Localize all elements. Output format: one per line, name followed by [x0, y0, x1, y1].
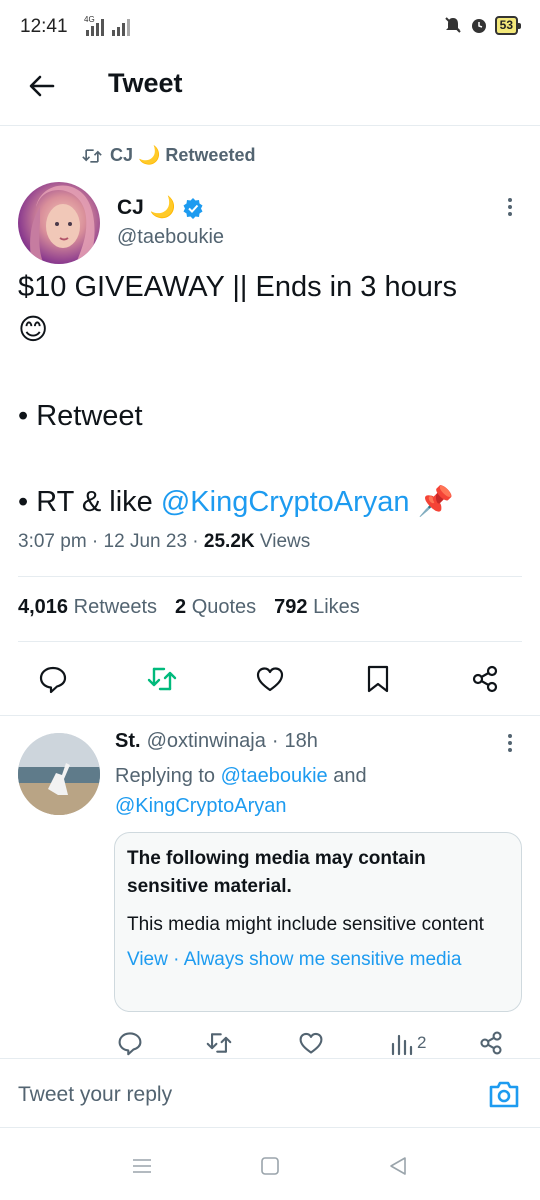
retweeted-by-label: CJ 🌙 Retweeted [110, 145, 256, 165]
top-bar: Tweet [0, 56, 540, 126]
tweet-text-line: 😊 [18, 314, 49, 346]
retweet-icon[interactable] [206, 1030, 232, 1056]
reply-avatar-image [18, 733, 100, 815]
reply-icon[interactable] [38, 664, 68, 694]
reply-author-handle[interactable]: @oxtinwinaja [147, 730, 266, 753]
quotes-stat[interactable]: 2 Quotes [175, 596, 256, 619]
back-arrow-icon[interactable] [26, 70, 58, 102]
likes-label: Likes [313, 596, 360, 618]
more-options-icon[interactable] [500, 194, 520, 220]
signal-icon: 4G [84, 15, 130, 36]
reply-input[interactable]: Tweet your reply [18, 1083, 172, 1107]
retweets-label: Retweets [73, 596, 157, 618]
retweet-small-icon [82, 148, 102, 163]
tweet-text: $10 GIVEAWAY || Ends in 3 hours 😊 • Retw… [18, 266, 518, 524]
alarm-icon [471, 19, 486, 33]
link-separator: · [167, 949, 184, 970]
tweet-text-line: • Retweet [18, 400, 143, 432]
tweet-text-line [18, 352, 518, 395]
author-handle[interactable]: @taeboukie [117, 226, 224, 249]
tweet-text-line [18, 438, 518, 481]
status-bar: 12:41 4G 53 [0, 0, 540, 56]
reply-action-bar [0, 1028, 540, 1060]
always-show-link[interactable]: Always show me sensitive media [184, 949, 462, 970]
share-icon[interactable] [478, 1030, 504, 1056]
likes-stat[interactable]: 792 Likes [274, 596, 360, 619]
reply-age: 18h [284, 730, 318, 752]
views-count: 25.2K [203, 531, 255, 552]
sensitive-title: The following media may contain sensitiv… [127, 848, 426, 897]
page-title: Tweet [108, 68, 183, 98]
reply-icon[interactable] [117, 1030, 143, 1056]
tweet-text-line: $10 GIVEAWAY || Ends in 3 hours [18, 271, 458, 303]
tweet-text-segment: • RT & like [18, 486, 161, 518]
divider [18, 641, 522, 642]
tweet-meta: 3:07 pm · 12 Jun 23 · 25.2K Views [18, 531, 311, 552]
system-nav-bar [0, 1130, 540, 1200]
battery-icon: 53 [494, 15, 522, 35]
reply-author-name[interactable]: St. [115, 730, 141, 753]
mention-link[interactable]: @KingCryptoAryan [115, 795, 286, 817]
reply-header: St. @oxtinwinaja · 18h [115, 730, 318, 753]
camera-icon[interactable] [488, 1079, 520, 1109]
replying-prefix: Replying to [115, 765, 221, 787]
mention-link[interactable]: @KingCryptoAryan [161, 486, 410, 518]
like-icon[interactable] [255, 664, 285, 694]
tweet-text-line: • RT & like @KingCryptoAryan 📌 [18, 481, 518, 524]
view-link[interactable]: View [127, 949, 168, 970]
status-time: 12:41 [20, 16, 68, 37]
compose-bar: Tweet your reply [0, 1058, 540, 1128]
retweet-icon[interactable] [147, 664, 177, 694]
author-name-text: CJ 🌙 [117, 196, 176, 219]
retweets-stat[interactable]: 4,016 Retweets [18, 596, 157, 619]
avatar[interactable] [18, 182, 100, 264]
sensitive-links: View · Always show me sensitive media [127, 949, 509, 971]
tweet-date: 12 Jun 23 [103, 531, 188, 552]
sensitive-media-card: The following media may contain sensitiv… [114, 832, 522, 1012]
tweet-time: 3:07 pm [18, 531, 87, 552]
home-icon[interactable] [258, 1154, 282, 1178]
views-icon[interactable] [389, 1030, 415, 1056]
pin-emoji: 📌 [417, 486, 454, 518]
bookmark-icon[interactable] [363, 664, 393, 694]
mention-link[interactable]: @taeboukie [221, 765, 328, 787]
tweet-stats: 4,016 Retweets 2 Quotes 792 Likes [18, 596, 360, 619]
like-icon[interactable] [298, 1030, 324, 1056]
share-icon[interactable] [470, 664, 500, 694]
svg-text:4G: 4G [84, 15, 95, 24]
quotes-label: Quotes [191, 596, 257, 618]
replying-and: and [327, 765, 367, 787]
replying-to: Replying to @taeboukie and @KingCryptoAr… [115, 761, 515, 821]
mute-icon [444, 17, 461, 33]
quotes-count: 2 [175, 596, 187, 618]
tweet-action-bar [0, 660, 540, 700]
reply-views-count: 2 [417, 1033, 427, 1052]
author-name[interactable]: CJ 🌙 [117, 196, 204, 220]
menu-icon[interactable] [130, 1154, 154, 1178]
avatar-image [30, 185, 95, 264]
divider [0, 715, 540, 716]
sensitive-body: This media might include sensitive conte… [127, 914, 484, 935]
verified-badge-icon [183, 198, 203, 219]
views-label: Views [259, 531, 311, 552]
reply-avatar[interactable] [18, 733, 100, 815]
retweeted-by-line[interactable]: CJ 🌙 Retweeted [82, 145, 255, 166]
likes-count: 792 [274, 596, 308, 618]
retweets-count: 4,016 [18, 596, 69, 618]
more-options-icon[interactable] [500, 730, 520, 756]
divider [18, 576, 522, 577]
back-icon[interactable] [386, 1154, 410, 1178]
